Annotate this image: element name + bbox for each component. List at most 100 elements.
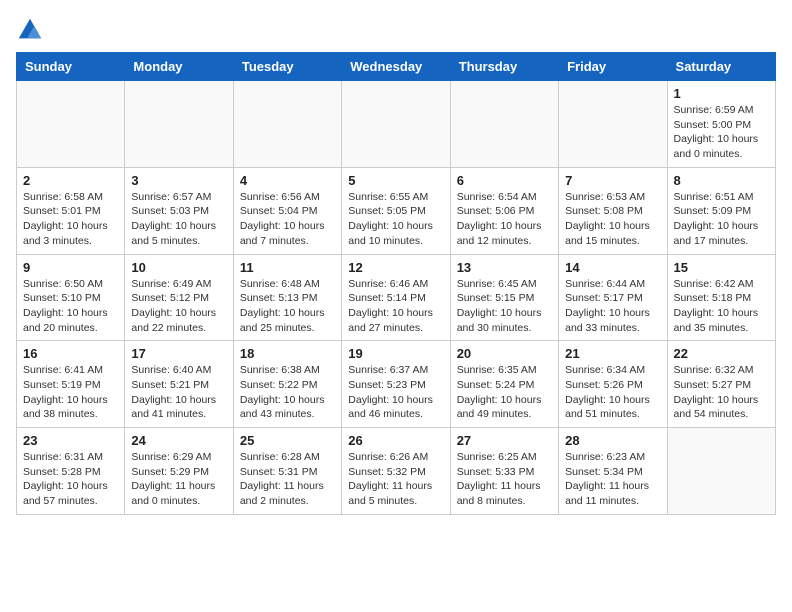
calendar-cell: 22Sunrise: 6:32 AM Sunset: 5:27 PM Dayli… [667,341,775,428]
day-number: 13 [457,260,552,275]
day-number: 6 [457,173,552,188]
day-number: 21 [565,346,660,361]
day-number: 19 [348,346,443,361]
day-header-sunday: Sunday [17,53,125,81]
calendar-cell: 24 Sunrise: 6:29 AM Sunset: 5:29 PM Dayli… [125,428,233,515]
day-info: Sunrise: 6:58 AM Sunset: 5:01 PM Dayligh… [23,190,118,249]
calendar-cell: 1 Sunrise: 6:59 AM Sunset: 5:00 PM Daylig… [667,81,775,168]
calendar-week-row: 9Sunrise: 6:50 AM Sunset: 5:10 PM Daylig… [17,254,776,341]
calendar-cell [17,81,125,168]
calendar-cell: 7 Sunrise: 6:53 AM Sunset: 5:08 PM Daylig… [559,167,667,254]
day-info: Sunrise: 6:54 AM Sunset: 5:06 PM Dayligh… [457,190,552,249]
calendar-cell: 4 Sunrise: 6:56 AM Sunset: 5:04 PM Daylig… [233,167,341,254]
calendar-cell: 23Sunrise: 6:31 AM Sunset: 5:28 PM Dayli… [17,428,125,515]
day-number: 3 [131,173,226,188]
day-number: 28 [565,433,660,448]
day-number: 18 [240,346,335,361]
calendar-cell: 27 Sunrise: 6:25 AM Sunset: 5:33 PM Dayli… [450,428,558,515]
day-number: 10 [131,260,226,275]
calendar-cell: 3 Sunrise: 6:57 AM Sunset: 5:03 PM Daylig… [125,167,233,254]
calendar-cell [233,81,341,168]
day-header-tuesday: Tuesday [233,53,341,81]
day-info: Sunrise: 6:57 AM Sunset: 5:03 PM Dayligh… [131,190,226,249]
day-number: 8 [674,173,769,188]
day-header-friday: Friday [559,53,667,81]
day-header-thursday: Thursday [450,53,558,81]
calendar-cell: 18 Sunrise: 6:38 AM Sunset: 5:22 PM Dayli… [233,341,341,428]
day-number: 26 [348,433,443,448]
day-info: Sunrise: 6:29 AM Sunset: 5:29 PM Dayligh… [131,450,226,509]
calendar-cell: 15 Sunrise: 6:42 AM Sunset: 5:18 PM Dayli… [667,254,775,341]
day-info: Sunrise: 6:31 AM Sunset: 5:28 PM Dayligh… [23,450,118,509]
calendar-cell: 19Sunrise: 6:37 AM Sunset: 5:23 PM Dayli… [342,341,450,428]
calendar-cell [559,81,667,168]
day-info: Sunrise: 6:45 AM Sunset: 5:15 PM Dayligh… [457,277,552,336]
day-info: Sunrise: 6:55 AM Sunset: 5:05 PM Dayligh… [348,190,443,249]
day-number: 2 [23,173,118,188]
calendar-cell: 21 Sunrise: 6:34 AM Sunset: 5:26 PM Dayli… [559,341,667,428]
day-info: Sunrise: 6:48 AM Sunset: 5:13 PM Dayligh… [240,277,335,336]
calendar-week-row: 16 Sunrise: 6:41 AM Sunset: 5:19 PM Dayli… [17,341,776,428]
day-info: Sunrise: 6:38 AM Sunset: 5:22 PM Dayligh… [240,363,335,422]
calendar-cell: 9Sunrise: 6:50 AM Sunset: 5:10 PM Daylig… [17,254,125,341]
day-number: 12 [348,260,443,275]
calendar-cell: 12 Sunrise: 6:46 AM Sunset: 5:14 PM Dayli… [342,254,450,341]
calendar-week-row: 23Sunrise: 6:31 AM Sunset: 5:28 PM Dayli… [17,428,776,515]
calendar-cell [125,81,233,168]
day-number: 25 [240,433,335,448]
day-number: 24 [131,433,226,448]
day-info: Sunrise: 6:46 AM Sunset: 5:14 PM Dayligh… [348,277,443,336]
calendar-cell: 16 Sunrise: 6:41 AM Sunset: 5:19 PM Dayli… [17,341,125,428]
calendar-cell: 5 Sunrise: 6:55 AM Sunset: 5:05 PM Daylig… [342,167,450,254]
day-info: Sunrise: 6:25 AM Sunset: 5:33 PM Dayligh… [457,450,552,509]
day-header-monday: Monday [125,53,233,81]
day-number: 7 [565,173,660,188]
calendar-cell: 10 Sunrise: 6:49 AM Sunset: 5:12 PM Dayli… [125,254,233,341]
day-number: 1 [674,86,769,101]
day-info: Sunrise: 6:32 AM Sunset: 5:27 PM Dayligh… [674,363,769,422]
day-info: Sunrise: 6:41 AM Sunset: 5:19 PM Dayligh… [23,363,118,422]
day-info: Sunrise: 6:23 AM Sunset: 5:34 PM Dayligh… [565,450,660,509]
calendar-cell [342,81,450,168]
calendar-header-row: SundayMondayTuesdayWednesdayThursdayFrid… [17,53,776,81]
calendar-cell: 13 Sunrise: 6:45 AM Sunset: 5:15 PM Dayli… [450,254,558,341]
calendar-cell: 2 Sunrise: 6:58 AM Sunset: 5:01 PM Daylig… [17,167,125,254]
day-info: Sunrise: 6:26 AM Sunset: 5:32 PM Dayligh… [348,450,443,509]
day-number: 15 [674,260,769,275]
calendar-cell: 20Sunrise: 6:35 AM Sunset: 5:24 PM Dayli… [450,341,558,428]
day-number: 14 [565,260,660,275]
day-info: Sunrise: 6:51 AM Sunset: 5:09 PM Dayligh… [674,190,769,249]
calendar-cell: 14 Sunrise: 6:44 AM Sunset: 5:17 PM Dayli… [559,254,667,341]
day-info: Sunrise: 6:49 AM Sunset: 5:12 PM Dayligh… [131,277,226,336]
day-info: Sunrise: 6:35 AM Sunset: 5:24 PM Dayligh… [457,363,552,422]
day-number: 9 [23,260,118,275]
day-info: Sunrise: 6:40 AM Sunset: 5:21 PM Dayligh… [131,363,226,422]
calendar-week-row: 1 Sunrise: 6:59 AM Sunset: 5:00 PM Daylig… [17,81,776,168]
calendar-week-row: 2 Sunrise: 6:58 AM Sunset: 5:01 PM Daylig… [17,167,776,254]
day-info: Sunrise: 6:53 AM Sunset: 5:08 PM Dayligh… [565,190,660,249]
calendar-cell: 6 Sunrise: 6:54 AM Sunset: 5:06 PM Daylig… [450,167,558,254]
day-number: 5 [348,173,443,188]
calendar-cell [450,81,558,168]
calendar-cell: 17 Sunrise: 6:40 AM Sunset: 5:21 PM Dayli… [125,341,233,428]
day-number: 4 [240,173,335,188]
day-number: 16 [23,346,118,361]
calendar: SundayMondayTuesdayWednesdayThursdayFrid… [16,52,776,515]
day-info: Sunrise: 6:42 AM Sunset: 5:18 PM Dayligh… [674,277,769,336]
day-number: 11 [240,260,335,275]
day-number: 27 [457,433,552,448]
calendar-cell: 8 Sunrise: 6:51 AM Sunset: 5:09 PM Daylig… [667,167,775,254]
day-info: Sunrise: 6:44 AM Sunset: 5:17 PM Dayligh… [565,277,660,336]
calendar-cell: 11 Sunrise: 6:48 AM Sunset: 5:13 PM Dayli… [233,254,341,341]
day-header-saturday: Saturday [667,53,775,81]
logo [16,16,48,44]
day-info: Sunrise: 6:34 AM Sunset: 5:26 PM Dayligh… [565,363,660,422]
logo-icon [16,16,44,44]
calendar-cell [667,428,775,515]
day-header-wednesday: Wednesday [342,53,450,81]
calendar-cell: 25Sunrise: 6:28 AM Sunset: 5:31 PM Dayli… [233,428,341,515]
day-number: 17 [131,346,226,361]
day-info: Sunrise: 6:56 AM Sunset: 5:04 PM Dayligh… [240,190,335,249]
calendar-cell: 28 Sunrise: 6:23 AM Sunset: 5:34 PM Dayli… [559,428,667,515]
day-info: Sunrise: 6:59 AM Sunset: 5:00 PM Dayligh… [674,103,769,162]
